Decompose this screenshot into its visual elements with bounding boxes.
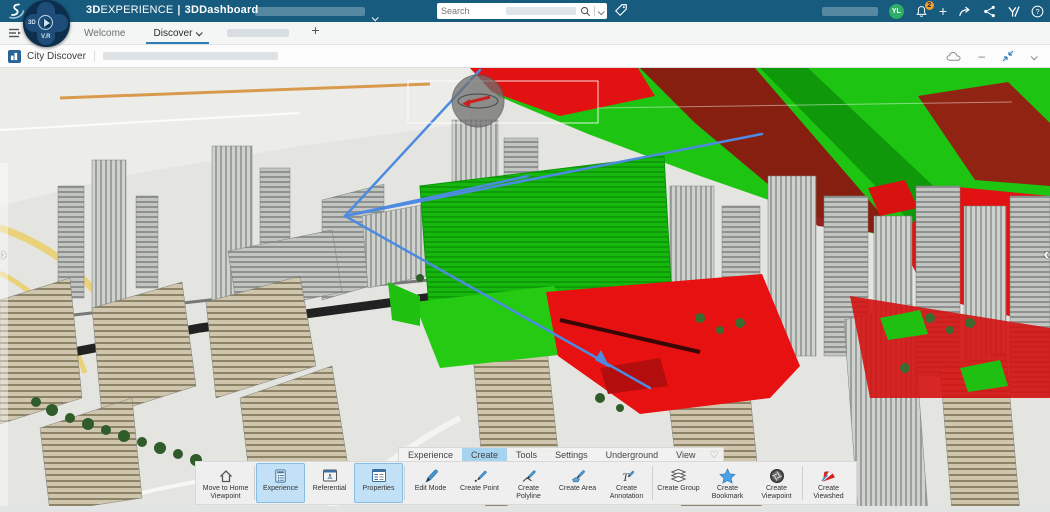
city-3d-scene[interactable] [0,68,1050,512]
3ds-logo-icon[interactable] [8,2,25,19]
referential-icon [322,466,338,485]
create-bookmark-button[interactable]: Create Bookmark [703,463,752,503]
cloud-icon[interactable] [946,51,961,62]
toolbar-tab-underground[interactable]: Underground [597,448,668,462]
home-icon [218,466,234,485]
help-icon[interactable]: ? [1031,5,1044,18]
avatar[interactable]: YL [888,3,904,19]
create-toolbar: Move to Home Viewpoint Experience Refere… [195,461,857,505]
widget-title: City Discover [27,50,86,62]
viewshed-fan-icon [820,466,837,485]
tab-list: Welcome Discover + [70,22,330,44]
minimize-icon[interactable]: – [978,50,985,62]
top-bar: 3DEXPERIENCE|3DDashboard YL 2 + [0,0,1050,22]
left-panel-edge [0,163,8,512]
username-redacted [821,6,878,16]
dashboard-name-redacted[interactable] [255,7,365,16]
toolbar-separator [802,466,803,500]
hamburger-icon[interactable] [8,27,22,39]
notification-badge: 2 [924,0,934,10]
referential-button[interactable]: Referential [305,463,354,503]
add-tab-button[interactable]: + [301,22,329,44]
toolbar-tab-tools[interactable]: Tools [507,448,546,462]
heart-icon[interactable]: ♡ [705,448,724,462]
left-panel-expander[interactable]: › [1,246,6,264]
right-panel-expander[interactable]: ‹ [1044,246,1049,264]
widget-chevron-down-icon[interactable] [1030,47,1038,65]
create-area-button[interactable]: Create Area [553,463,602,503]
star-icon [719,466,736,485]
toolbar-separator [404,466,405,500]
pencil-point-icon [472,466,488,485]
brand-title: 3DEXPERIENCE | 3DDashboard [86,4,259,16]
create-group-button[interactable]: Create Group [654,463,703,503]
search-input[interactable] [441,6,506,16]
dashboard-tab-bar: Welcome Discover + [0,22,1050,45]
create-viewshed-button[interactable]: Create Viewshed [804,463,853,503]
bell-icon[interactable]: 2 [915,0,934,18]
tab-discover[interactable]: Discover [140,22,216,44]
tab-redacted[interactable] [227,29,290,37]
experience-button[interactable]: Experience [256,463,305,503]
create-viewpoint-button[interactable]: Create Viewpoint [752,463,801,503]
move-to-home-viewpoint-button[interactable]: Move to Home Viewpoint [198,463,253,503]
edit-mode-button[interactable]: Edit Mode [406,463,455,503]
toolbar-separator [652,466,653,500]
pencil-icon [423,466,439,485]
widget-subtitle-redacted [102,52,278,60]
search-divider [594,6,595,16]
pencil-polyline-icon [521,466,537,485]
search-chevron-down-icon[interactable] [597,2,605,20]
toolbar-tab-view[interactable]: View [667,448,704,462]
properties-button[interactable]: Properties [354,463,403,503]
toolbar-tab-strip: Experience Create Tools Settings Undergr… [398,447,725,462]
title-divider [93,50,95,62]
share-nodes-icon[interactable] [983,5,996,18]
tab-chevron-down-icon[interactable] [196,28,204,36]
resize-icon[interactable] [1002,50,1014,62]
shutter-icon [769,466,785,485]
widget-header: City Discover – [0,45,1050,68]
city-discover-app-icon [8,49,21,63]
tag-icon[interactable] [614,3,628,17]
swym-icon[interactable] [1007,5,1020,18]
search-context-redacted [506,7,576,15]
toolbar-tab-settings[interactable]: Settings [546,448,597,462]
create-polyline-button[interactable]: Create Polyline [504,463,553,503]
city-3d-viewport[interactable] [0,68,1050,512]
share-arrow-icon[interactable] [958,5,972,18]
toolbar-tab-create[interactable]: Create [462,448,508,462]
svg-text:?: ? [1035,7,1039,16]
3d-compass[interactable]: 3D V.R [23,0,70,47]
toolbar-tab-experience[interactable]: Experience [399,448,462,462]
widget-controls: – [946,47,1050,65]
play-icon[interactable] [38,15,53,30]
search-bar[interactable] [437,3,607,19]
tab-welcome[interactable]: Welcome [70,22,140,44]
pencil-area-icon [570,466,586,485]
top-bar-actions: YL 2 + ? [821,0,1044,22]
layers-icon [670,466,687,485]
navigation-sphere-icon[interactable] [451,74,505,128]
create-point-button[interactable]: Create Point [455,463,504,503]
add-icon[interactable]: + [939,4,947,18]
properties-icon [371,466,387,485]
dashboard-chevron-down-icon[interactable] [371,8,379,26]
annotation-icon: T [619,466,635,485]
3dexperience-dashboard-window: 3DEXPERIENCE|3DDashboard YL 2 + [0,0,1050,512]
toolbar-separator [254,466,255,500]
compass-3d-label: 3D [28,20,36,26]
search-icon[interactable] [580,6,591,17]
compass-vr-label: V.R [41,34,51,40]
experience-tree-icon [273,466,288,485]
create-annotation-button[interactable]: T Create Annotation [602,463,651,503]
bottom-edge-strip [0,506,1050,512]
